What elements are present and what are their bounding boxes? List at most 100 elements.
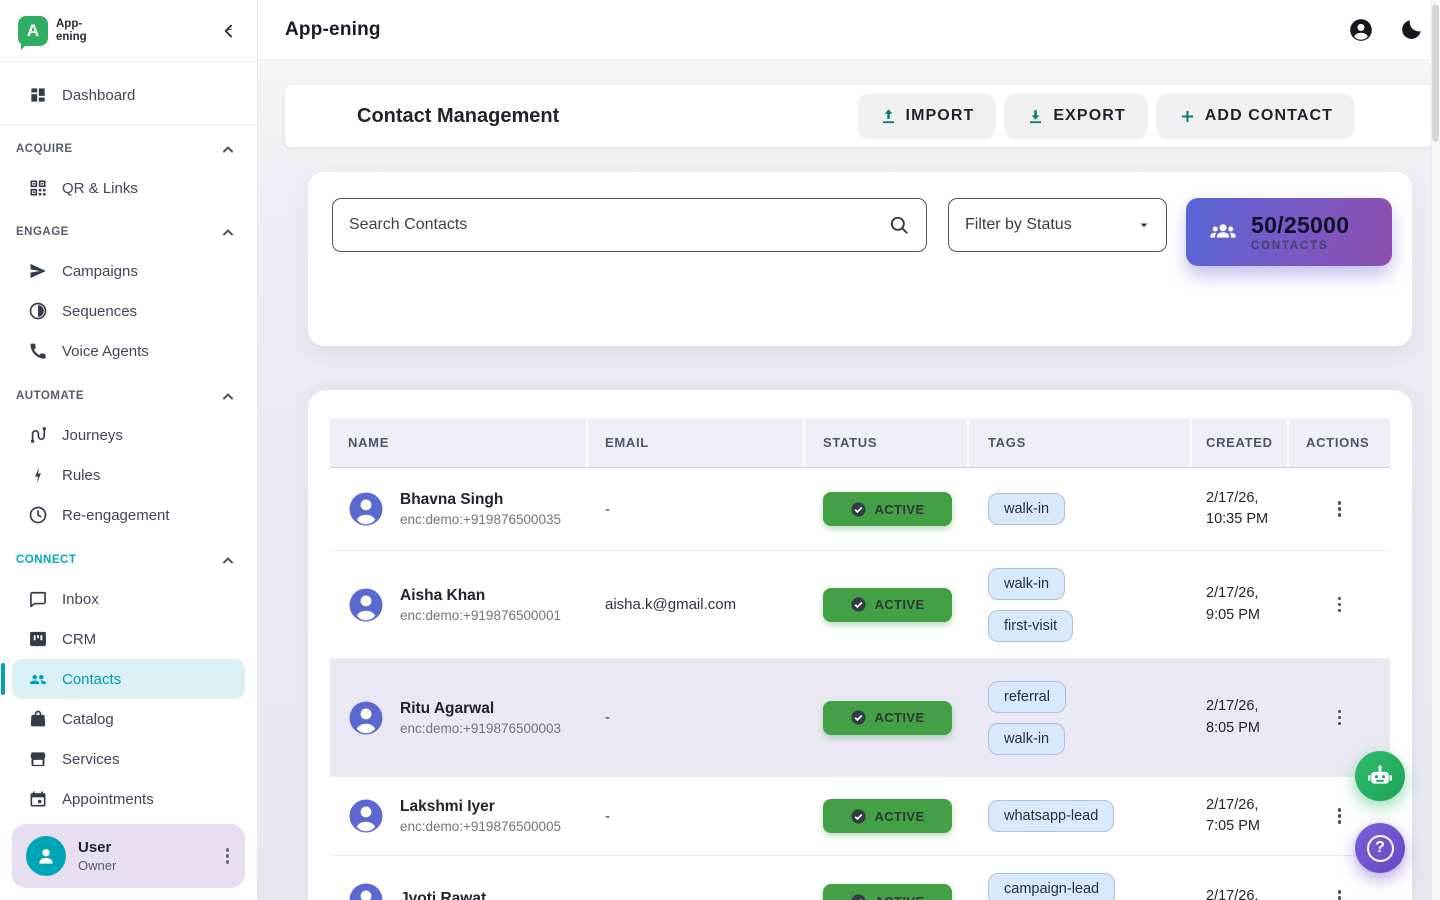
section-acquire[interactable]: ACQUIRE bbox=[0, 139, 257, 159]
contact-name: Lakshmi Iyer bbox=[400, 798, 561, 816]
dark-mode-icon[interactable] bbox=[1398, 17, 1424, 43]
contact-phone: enc:demo:+919876500003 bbox=[400, 721, 561, 736]
sidebar-item-re-engagement[interactable]: Re-engagement bbox=[0, 495, 257, 535]
check-circle-icon bbox=[850, 893, 867, 900]
sidebar-collapse-button[interactable] bbox=[219, 21, 239, 41]
user-avatar bbox=[26, 836, 66, 876]
store-icon bbox=[28, 749, 48, 769]
column-header-tags: TAGS bbox=[969, 418, 1192, 467]
status-filter-select[interactable]: Filter by Status bbox=[948, 198, 1167, 252]
status-badge: ACTIVE bbox=[823, 588, 952, 622]
sidebar-item-appointments[interactable]: Appointments bbox=[0, 779, 257, 815]
send-icon bbox=[28, 261, 48, 281]
help-fab[interactable]: ? bbox=[1355, 823, 1405, 873]
tag-chip: walk-in bbox=[988, 568, 1065, 600]
avatar-icon bbox=[348, 798, 384, 834]
main-area: App-ening Contact Management IMPORT EXPO… bbox=[258, 0, 1440, 900]
contact-email: aisha.k@gmail.com bbox=[588, 596, 805, 613]
logo-mark: A bbox=[18, 16, 48, 46]
add-contact-button[interactable]: ADD CONTACT bbox=[1157, 94, 1354, 138]
logo-text: App-ening bbox=[56, 18, 87, 43]
sidebar-item-voice-agents[interactable]: Voice Agents bbox=[0, 331, 257, 371]
search-icon[interactable] bbox=[888, 214, 910, 236]
route-icon bbox=[28, 425, 48, 445]
section-engage[interactable]: ENGAGE bbox=[0, 222, 257, 242]
row-actions-button[interactable] bbox=[1334, 706, 1346, 730]
created-cell: 2/17/26,8:05 PM bbox=[1192, 696, 1289, 738]
section-automate[interactable]: AUTOMATE bbox=[0, 386, 257, 406]
avatar-icon bbox=[348, 587, 384, 623]
contacts-table-card: NAME EMAIL STATUS TAGS CREATED ACTIONS B… bbox=[308, 390, 1412, 900]
export-button[interactable]: EXPORT bbox=[1005, 94, 1146, 138]
contacts-counter-badge: 50/25000 CONTACTS bbox=[1186, 198, 1392, 266]
download-icon bbox=[1026, 107, 1045, 126]
chevron-up-icon bbox=[221, 390, 235, 402]
sidebar-item-journeys[interactable]: Journeys bbox=[0, 415, 257, 455]
tag-chip: campaign-lead bbox=[988, 873, 1115, 900]
robot-icon bbox=[1366, 762, 1394, 790]
column-header-name: NAME bbox=[330, 418, 588, 467]
user-menu-button[interactable] bbox=[222, 844, 234, 868]
app-logo: A App-ening bbox=[18, 16, 87, 46]
status-badge: ACTIVE bbox=[823, 799, 952, 833]
table-row: Bhavna Singh enc:demo:+919876500035 - AC… bbox=[330, 468, 1390, 550]
filter-panel: Filter by Status 50/25000 CONTACTS bbox=[308, 172, 1412, 346]
chatbot-fab[interactable] bbox=[1355, 751, 1405, 801]
row-actions-button[interactable] bbox=[1334, 804, 1346, 828]
sidebar-item-sequences[interactable]: Sequences bbox=[0, 291, 257, 331]
created-cell: 2/17/26,7:05 PM bbox=[1192, 795, 1289, 837]
avatar-icon bbox=[348, 700, 384, 736]
sidebar-item-catalog[interactable]: Catalog bbox=[0, 699, 257, 739]
row-actions-button[interactable] bbox=[1334, 886, 1346, 900]
column-header-created: CREATED bbox=[1192, 418, 1289, 467]
sidebar-item-rules[interactable]: Rules bbox=[0, 455, 257, 495]
sidebar-footer: User Owner bbox=[0, 815, 257, 900]
created-cell: 2/17/26,10:35 PM bbox=[1192, 488, 1289, 530]
clock-icon bbox=[28, 505, 48, 525]
import-button[interactable]: IMPORT bbox=[858, 94, 996, 138]
sidebar-item-qr-links[interactable]: QR & Links bbox=[0, 168, 257, 208]
sidebar-item-inbox[interactable]: Inbox bbox=[0, 579, 257, 619]
bag-icon bbox=[28, 709, 48, 729]
sidebar-item-dashboard[interactable]: Dashboard bbox=[0, 75, 257, 115]
sidebar-item-crm[interactable]: CRM bbox=[0, 619, 257, 659]
tag-chip: walk-in bbox=[988, 723, 1065, 755]
search-input[interactable] bbox=[349, 216, 888, 234]
contact-email: - bbox=[588, 808, 805, 825]
check-circle-icon bbox=[850, 501, 867, 518]
sidebar-divider bbox=[0, 124, 257, 125]
tag-chip: walk-in bbox=[988, 493, 1065, 525]
status-badge: ACTIVE bbox=[823, 492, 952, 526]
column-header-status: STATUS bbox=[805, 418, 969, 467]
qr-code-icon bbox=[28, 178, 48, 198]
sidebar-item-label: Dashboard bbox=[62, 87, 135, 104]
contact-name: Aisha Khan bbox=[400, 587, 561, 605]
contact-name: Jyoti Rawat bbox=[400, 890, 486, 900]
sidebar-header: A App-ening bbox=[0, 0, 257, 62]
user-role: Owner bbox=[78, 858, 116, 873]
phone-icon bbox=[28, 341, 48, 361]
contact-name: Bhavna Singh bbox=[400, 491, 561, 509]
scrollbar-thumb[interactable] bbox=[1432, 4, 1439, 142]
row-actions-button[interactable] bbox=[1334, 497, 1346, 521]
table-row: Jyoti Rawat ACTIVE campaign-lead 2/17/26… bbox=[330, 855, 1390, 900]
scrollbar-track[interactable] bbox=[1431, 0, 1440, 900]
section-connect[interactable]: CONNECT bbox=[0, 550, 257, 570]
account-icon[interactable] bbox=[1348, 17, 1374, 43]
column-header-actions: ACTIONS bbox=[1289, 418, 1390, 467]
calendar-icon bbox=[28, 789, 48, 809]
contact-name: Ritu Agarwal bbox=[400, 700, 561, 718]
app-root: A App-ening Dashboard ACQUIRE QR & Li bbox=[0, 0, 1440, 900]
avatar-icon bbox=[348, 882, 384, 900]
topbar: App-ening bbox=[258, 0, 1440, 60]
sidebar-item-contacts[interactable]: Contacts bbox=[12, 659, 245, 699]
row-actions-button[interactable] bbox=[1334, 593, 1346, 617]
topbar-title: App-ening bbox=[285, 19, 381, 41]
contact-email: - bbox=[588, 501, 805, 518]
sidebar-item-campaigns[interactable]: Campaigns bbox=[0, 251, 257, 291]
chevron-left-icon bbox=[219, 21, 239, 41]
user-card[interactable]: User Owner bbox=[12, 824, 245, 888]
chat-icon bbox=[28, 589, 48, 609]
check-circle-icon bbox=[850, 709, 867, 726]
sidebar-item-services[interactable]: Services bbox=[0, 739, 257, 779]
